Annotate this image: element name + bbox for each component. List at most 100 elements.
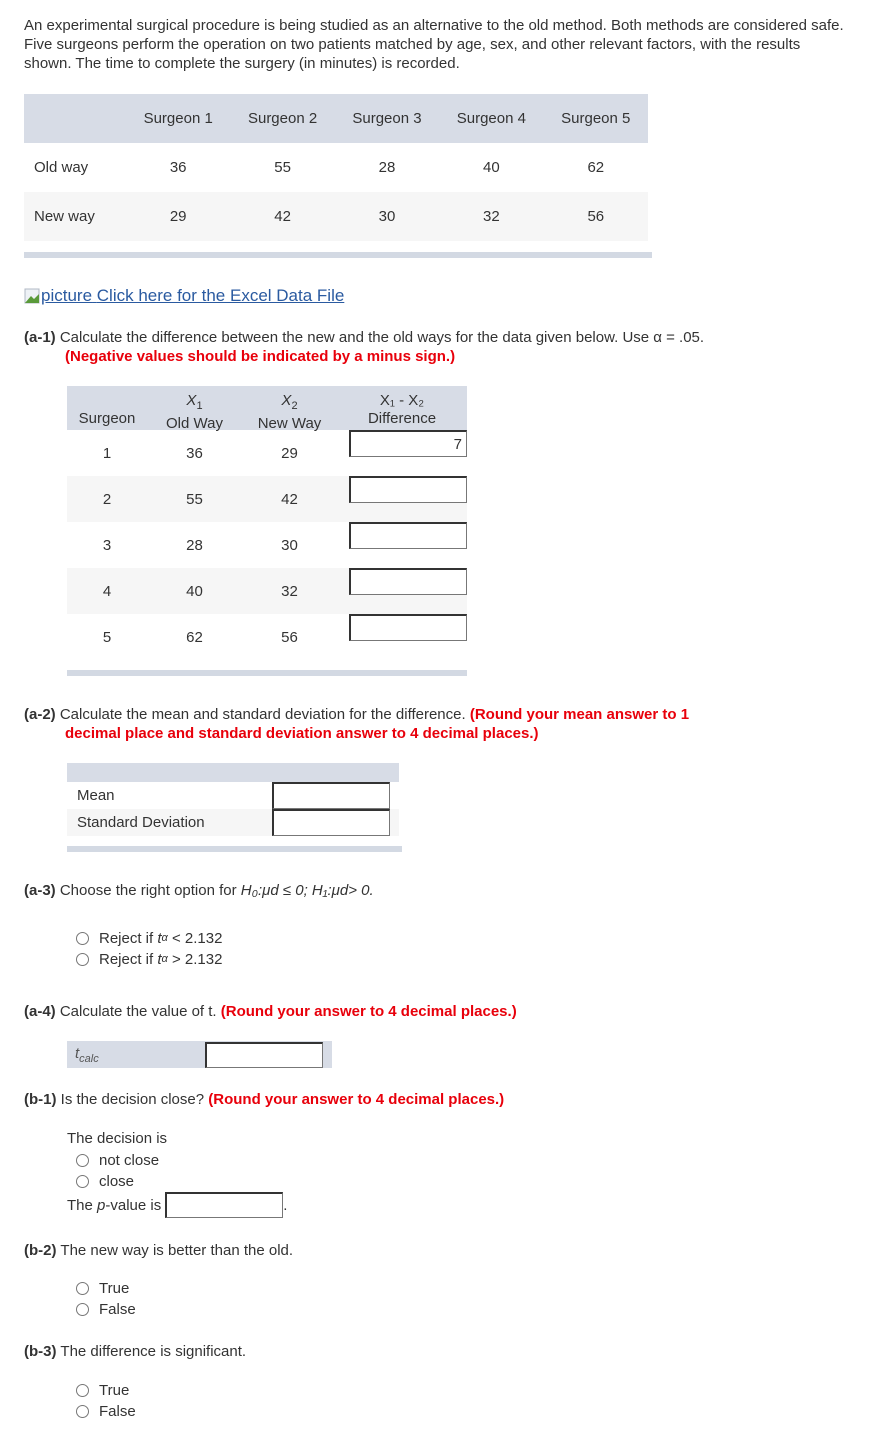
table-cell: 40 xyxy=(439,143,544,192)
question-label: (a-2) xyxy=(24,706,56,723)
question-note: (Negative values should be indicated by … xyxy=(65,348,456,365)
question-text: Calculate the mean and standard deviatio… xyxy=(59,706,466,723)
tcalc-input[interactable] xyxy=(205,1042,323,1068)
pvalue-text: The xyxy=(67,1196,93,1214)
header-old-way: X1 Old Way xyxy=(147,386,242,432)
question-a1: (a-1) Calculate the difference between t… xyxy=(24,328,854,366)
radio-button[interactable] xyxy=(76,1405,89,1418)
row-label: Old way xyxy=(24,143,126,192)
header-label: New Way xyxy=(257,415,322,432)
old-way-cell: 36 xyxy=(186,444,203,462)
excel-link-alt: picture xyxy=(41,286,93,305)
table-cell: 56 xyxy=(543,192,648,241)
option-sub: α xyxy=(161,932,168,944)
question-text: The difference is significant. xyxy=(60,1343,247,1360)
difference-input-3[interactable] xyxy=(349,522,467,549)
question-a3: (a-3) Choose the right option for H₀:μd … xyxy=(24,881,854,900)
question-a4: (a-4) Calculate the value of t. (Round y… xyxy=(24,1002,854,1021)
option-value: < 2.132 xyxy=(171,930,223,947)
option-reject-greater[interactable]: Reject if tα > 2.132 xyxy=(76,949,222,970)
radio-button[interactable] xyxy=(76,1282,89,1295)
mean-input[interactable] xyxy=(272,782,390,809)
excel-data-link[interactable]: picture Click here for the Excel Data Fi… xyxy=(24,286,344,306)
option-true[interactable]: True xyxy=(76,1278,136,1299)
option-not-close[interactable]: not close xyxy=(76,1150,159,1171)
question-label: (b-2) xyxy=(24,1242,57,1259)
new-way-cell: 42 xyxy=(281,490,298,508)
period: . xyxy=(283,1196,288,1214)
question-label: (a-3) xyxy=(24,882,56,899)
new-way-cell: 56 xyxy=(281,628,298,646)
radio-button[interactable] xyxy=(76,1384,89,1397)
new-way-cell: 32 xyxy=(281,582,298,600)
pvalue-var: p xyxy=(97,1196,106,1214)
header-cell: Surgeon 1 xyxy=(126,94,231,143)
difference-input-2[interactable] xyxy=(349,476,467,503)
header-difference: X₁ - X₂ Difference xyxy=(337,386,467,430)
option-reject-less[interactable]: Reject if tα < 2.132 xyxy=(76,928,222,949)
decision-label: The decision is xyxy=(67,1130,168,1147)
old-way-cell: 55 xyxy=(186,490,203,508)
question-text: Choose the right option for xyxy=(59,882,237,899)
old-way-cell: 62 xyxy=(186,628,203,646)
table-cell: 32 xyxy=(439,192,544,241)
difference-input-4[interactable] xyxy=(349,568,467,595)
excel-link-text: Click here for the Excel Data File xyxy=(96,286,345,305)
question-note: decimal place and standard deviation ans… xyxy=(65,725,539,742)
table-cell: 62 xyxy=(543,143,648,192)
stats-label: Mean xyxy=(77,787,115,804)
subscript: 1 xyxy=(196,400,203,412)
radio-button[interactable] xyxy=(76,932,89,945)
header-label: Old Way xyxy=(166,415,223,432)
question-label: (a-1) xyxy=(24,329,56,346)
question-a2: (a-2) Calculate the mean and standard de… xyxy=(24,705,854,743)
b1-options: not close close xyxy=(76,1150,159,1192)
option-text: not close xyxy=(99,1152,160,1169)
option-text: Reject if xyxy=(99,951,154,968)
header-cell: Surgeon 4 xyxy=(439,94,544,143)
difference-table: Surgeon X1 Old Way X2 New Way X₁ - X₂ Di… xyxy=(67,386,467,660)
option-value: > 2.132 xyxy=(171,951,223,968)
standard-deviation-input[interactable] xyxy=(272,809,390,836)
symbol: X xyxy=(281,392,292,409)
hypothesis-text: H₀:μd ≤ 0; H₁:μd> 0. xyxy=(240,882,374,899)
difference-input-1[interactable] xyxy=(349,430,467,457)
surgeon-cell: 1 xyxy=(102,444,112,462)
table-row: 1 36 29 xyxy=(67,430,467,476)
radio-button[interactable] xyxy=(76,1175,89,1188)
table-header-row: Surgeon 1 Surgeon 2 Surgeon 3 Surgeon 4 … xyxy=(24,94,648,143)
option-true[interactable]: True xyxy=(76,1380,136,1401)
option-false[interactable]: False xyxy=(76,1401,136,1422)
radio-button[interactable] xyxy=(76,1154,89,1167)
table-row: 4 40 32 xyxy=(67,568,467,614)
pvalue-text: -value is xyxy=(105,1196,162,1214)
radio-button[interactable] xyxy=(76,953,89,966)
symbol: X xyxy=(186,392,197,409)
pvalue-row: The p -value is . xyxy=(67,1192,287,1218)
t-sub: calc xyxy=(79,1052,99,1065)
question-b1: (b-1) Is the decision close? (Round your… xyxy=(24,1090,854,1109)
difference-input-5[interactable] xyxy=(349,614,467,641)
b2-options: True False xyxy=(76,1278,136,1320)
surgery-data-table: Surgeon 1 Surgeon 2 Surgeon 3 Surgeon 4 … xyxy=(24,94,648,241)
pvalue-input[interactable] xyxy=(165,1192,284,1218)
new-way-cell: 29 xyxy=(281,444,298,462)
option-text: close xyxy=(99,1173,135,1190)
new-way-cell: 30 xyxy=(281,536,298,554)
row-label: New way xyxy=(24,192,126,241)
question-label: (b-3) xyxy=(24,1343,57,1360)
question-b3: (b-3) The difference is significant. xyxy=(24,1342,854,1361)
option-false[interactable]: False xyxy=(76,1299,136,1320)
problem-intro: An experimental surgical procedure is be… xyxy=(24,17,844,72)
tcalc-label: tcalc xyxy=(67,1045,99,1065)
question-note: (Round your answer to 4 decimal places.) xyxy=(208,1091,505,1108)
option-close[interactable]: close xyxy=(76,1171,159,1192)
table-row: Old way 36 55 28 40 62 xyxy=(24,143,648,192)
table-cell: 29 xyxy=(126,192,231,241)
radio-button[interactable] xyxy=(76,1303,89,1316)
symbol: X₁ - X₂ xyxy=(379,392,425,409)
question-text: Is the decision close? xyxy=(60,1091,205,1108)
question-text: Calculate the difference between the new… xyxy=(59,329,705,346)
surgeon-cell: 4 xyxy=(102,582,112,600)
a3-options: Reject if tα < 2.132 Reject if tα > 2.13… xyxy=(76,928,222,970)
